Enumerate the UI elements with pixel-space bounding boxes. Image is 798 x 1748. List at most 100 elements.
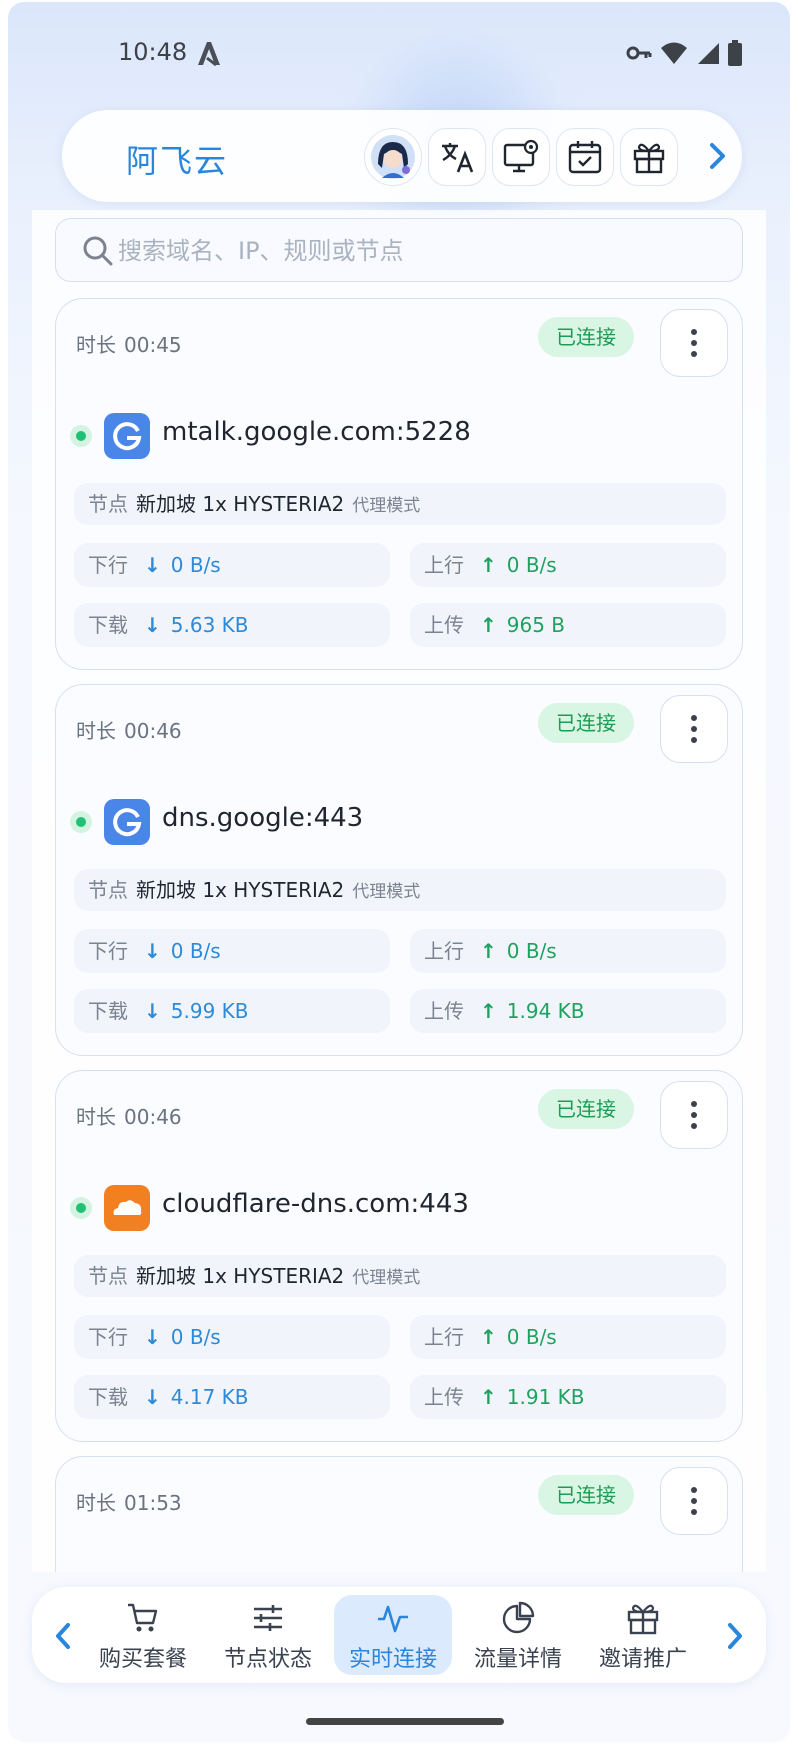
nav-buy-plan[interactable]: 购买套餐 <box>84 1595 202 1675</box>
arrow-down-icon: ↓ <box>144 1325 161 1349</box>
stat-value: 0 B/s <box>506 939 557 963</box>
stat-label: 上传 <box>424 999 464 1023</box>
stat-value: 0 B/s <box>506 1325 557 1349</box>
accessibility-icon <box>198 42 220 67</box>
stat-label: 下载 <box>88 613 128 637</box>
chevron-right-icon <box>728 1623 742 1649</box>
active-indicator <box>70 425 92 447</box>
proxy-mode: 代理模式 <box>352 1268 421 1288</box>
host-address: cloudflare-dns.com:443 <box>162 1189 469 1219</box>
more-vertical-icon <box>691 1101 697 1129</box>
search-icon <box>83 236 113 266</box>
proxy-mode: 代理模式 <box>352 496 421 516</box>
monitor-settings-button[interactable] <box>492 128 550 186</box>
toolbar-next-button[interactable] <box>700 138 736 174</box>
connections-panel: 时长00:45 已连接 mtalk.google.com:5228 节点新加坡 … <box>32 210 766 1572</box>
app-title: 阿飞云 <box>126 142 229 180</box>
arrow-down-icon: ↓ <box>144 939 161 963</box>
status-badge: 已连接 <box>538 317 634 357</box>
nav-live-connections[interactable]: 实时连接 <box>334 1595 452 1675</box>
stat-label: 上行 <box>424 553 464 577</box>
stat-value: 5.99 KB <box>170 999 249 1023</box>
status-badge: 已连接 <box>538 703 634 743</box>
arrow-up-icon: ↑ <box>480 939 497 963</box>
more-vertical-icon <box>691 715 697 743</box>
node-name: 新加坡 1x HYSTERIA2 <box>136 878 345 902</box>
uploaded-total: 上传 ↑ 1.94 KB <box>410 989 726 1033</box>
connection-card[interactable]: 时长 00:46 已连接 dns.google:443 节点 新加坡 1x HYST… <box>55 684 743 1056</box>
more-options-button[interactable] <box>660 1081 728 1149</box>
download-rate: 下行 ↓ 0 B/s <box>74 929 390 973</box>
nav-label: 流量详情 <box>473 1647 562 1672</box>
pie-chart-icon <box>502 1601 535 1634</box>
google-icon <box>104 413 150 459</box>
more-vertical-icon <box>691 1487 697 1515</box>
stat-label: 下行 <box>88 553 128 577</box>
more-options-button[interactable] <box>660 1467 728 1535</box>
status-time: 10:48 <box>118 38 188 66</box>
node-info: 节点 新加坡 1x HYSTERIA2 代理模式 <box>74 869 726 911</box>
status-badge: 已连接 <box>538 1089 634 1129</box>
duration: 时长 00:46 <box>76 715 182 744</box>
upload-rate: 上行 ↑ 0 B/s <box>410 929 726 973</box>
download-rate: 下行 ↓ 0 B/s <box>74 543 390 587</box>
node-label: 节点 <box>88 1264 128 1288</box>
node-label: 节点 <box>88 878 128 902</box>
host-address: dns.google:443 <box>162 803 364 833</box>
node-info: 节点 新加坡 1x HYSTERIA2 代理模式 <box>74 483 726 525</box>
cart-icon <box>128 1603 158 1632</box>
duration-value: 00:45 <box>124 333 182 357</box>
duration: 时长 00:46 <box>76 1101 182 1130</box>
stat-label: 上行 <box>424 1325 464 1349</box>
nav-label: 邀请推广 <box>598 1647 687 1672</box>
node-name: 新加坡 1x HYSTERIA2 <box>136 1264 345 1288</box>
google-icon <box>104 799 150 845</box>
calendar-checkin-button[interactable] <box>556 128 614 186</box>
stat-value: 5.63 KB <box>170 613 249 637</box>
more-options-button[interactable] <box>660 695 728 763</box>
connection-card[interactable]: 时长 00:45 已连接 mtalk.google.com:5228 节点 新加坡 … <box>55 298 743 670</box>
duration-value: 01:53 <box>124 1491 182 1515</box>
arrow-down-icon: ↓ <box>144 999 161 1023</box>
more-options-button[interactable] <box>660 309 728 377</box>
stat-value: 0 B/s <box>170 939 221 963</box>
search-input[interactable] <box>118 229 718 273</box>
gift-button[interactable] <box>620 128 678 186</box>
nav-traffic-details[interactable]: 流量详情 <box>459 1595 577 1675</box>
downloaded-total: 下载 ↓ 5.99 KB <box>74 989 390 1033</box>
uploaded-total: 上传 ↑ 1.91 KB <box>410 1375 726 1419</box>
stat-label: 下行 <box>88 939 128 963</box>
avatar-button[interactable] <box>364 128 422 186</box>
downloaded-total: 下载 ↓ 4.17 KB <box>74 1375 390 1419</box>
arrow-up-icon: ↑ <box>480 1385 497 1409</box>
avatar-icon <box>371 135 415 179</box>
status-icons <box>626 40 742 66</box>
duration-value: 00:46 <box>124 719 182 743</box>
duration: 时长 01:53 <box>76 1487 182 1516</box>
search-bar[interactable] <box>55 218 743 282</box>
nav-node-status[interactable]: 节点状态 <box>209 1595 327 1675</box>
gift-icon <box>627 1604 659 1635</box>
signal-icon <box>698 43 719 64</box>
stat-label: 上传 <box>424 613 464 637</box>
connection-card[interactable]: 时长 00:46 已连接 cloudflare-dns.com:443 节点 新加坡… <box>55 1070 743 1442</box>
translate-button[interactable] <box>428 128 486 186</box>
duration-label: 时长 <box>76 333 116 357</box>
active-indicator <box>70 1197 92 1219</box>
wifi-icon <box>661 42 687 64</box>
nav-next-button[interactable] <box>718 1619 752 1653</box>
stat-value: 1.94 KB <box>506 999 585 1023</box>
upload-rate: 上行 ↑ 0 B/s <box>410 543 726 587</box>
download-rate: 下行 ↓ 0 B/s <box>74 1315 390 1359</box>
status-bar: 10:48 <box>8 2 790 102</box>
duration-label: 时长 <box>76 1491 116 1515</box>
phone-screen: 10:48 阿飞云 搜索域名、IP、规则或节点 时长 00:45 已连接 mta… <box>8 2 790 1742</box>
nav-prev-button[interactable] <box>46 1619 80 1653</box>
connection-card[interactable]: 时长 01:53 已连接 <box>55 1456 743 1572</box>
stat-value: 0 B/s <box>170 553 221 577</box>
stat-value: 4.17 KB <box>170 1385 249 1409</box>
home-indicator[interactable] <box>306 1718 504 1725</box>
uploaded-total: 上传 ↑ 965 B <box>410 603 726 647</box>
nav-invite[interactable]: 邀请推广 <box>584 1595 702 1675</box>
sliders-icon <box>254 1605 282 1631</box>
